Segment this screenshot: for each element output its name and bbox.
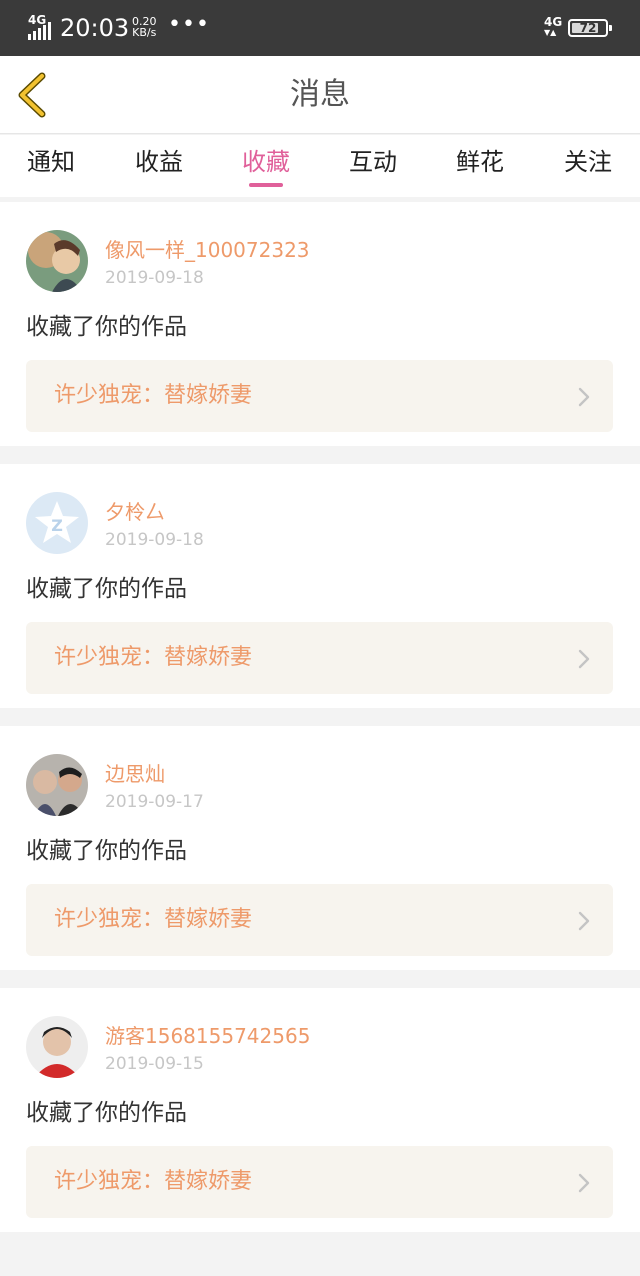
page-title: 消息 xyxy=(290,77,350,112)
svg-text:Z: Z xyxy=(51,516,63,535)
tab-label: 收藏 xyxy=(242,148,290,176)
tab-interactions[interactable]: 互动 xyxy=(328,135,418,197)
message-date: 2019-09-17 xyxy=(105,792,204,812)
username[interactable]: 边思灿 xyxy=(105,762,165,786)
tab-label: 互动 xyxy=(349,148,397,176)
network-type-2: 4G xyxy=(544,15,563,29)
battery-level: 72 xyxy=(579,21,597,35)
tab-earnings[interactable]: 收益 xyxy=(114,135,204,197)
data-arrows-icon: ▼▲ xyxy=(544,28,557,37)
action-text: 收藏了你的作品 xyxy=(26,576,187,602)
action-text: 收藏了你的作品 xyxy=(26,1100,187,1126)
tab-label: 通知 xyxy=(27,148,75,176)
chevron-right-icon xyxy=(578,1173,590,1193)
work-title: 许少独宠：替嫁娇妻 xyxy=(54,1169,253,1194)
work-link[interactable]: 许少独宠：替嫁娇妻 xyxy=(26,622,613,694)
work-title: 许少独宠：替嫁娇妻 xyxy=(54,383,253,408)
default-star-avatar-icon: Z xyxy=(26,492,88,554)
message-date: 2019-09-18 xyxy=(105,268,204,288)
tab-label: 收益 xyxy=(135,148,183,176)
message-date: 2019-09-15 xyxy=(105,1054,204,1074)
app-header: 消息 xyxy=(0,56,640,134)
message-date: 2019-09-18 xyxy=(105,530,204,550)
user-photo-icon xyxy=(26,754,88,816)
chevron-right-icon xyxy=(578,649,590,669)
tab-bar: 通知 收益 收藏 互动 鲜花 关注 xyxy=(0,135,640,197)
tab-follows[interactable]: 关注 xyxy=(543,135,633,197)
work-title: 许少独宠：替嫁娇妻 xyxy=(54,907,253,932)
message-card: 像风一样_100072323 2019-09-18 收藏了你的作品 许少独宠：替… xyxy=(0,202,640,446)
active-tab-indicator xyxy=(249,183,283,187)
avatar[interactable] xyxy=(26,1016,88,1078)
signal-icon: 4G xyxy=(28,14,54,40)
user-photo-icon xyxy=(26,1016,88,1078)
action-text: 收藏了你的作品 xyxy=(26,838,187,864)
message-card: 边思灿 2019-09-17 收藏了你的作品 许少独宠：替嫁娇妻 xyxy=(0,726,640,970)
work-link[interactable]: 许少独宠：替嫁娇妻 xyxy=(26,1146,613,1218)
clock: 20:03 xyxy=(60,14,130,42)
message-card: 游客1568155742565 2019-09-15 收藏了你的作品 许少独宠：… xyxy=(0,988,640,1232)
work-link[interactable]: 许少独宠：替嫁娇妻 xyxy=(26,360,613,432)
tab-favorites[interactable]: 收藏 xyxy=(221,135,311,197)
username[interactable]: 像风一样_100072323 xyxy=(105,238,310,262)
status-bar: 4G 20:03 0.20 KB/s ••• 4G ▼▲ 72 xyxy=(0,0,640,56)
username[interactable]: 夕柃厶 xyxy=(105,500,165,524)
user-photo-icon xyxy=(26,230,88,292)
action-text: 收藏了你的作品 xyxy=(26,314,187,340)
chevron-right-icon xyxy=(578,911,590,931)
work-title: 许少独宠：替嫁娇妻 xyxy=(54,645,253,670)
battery-icon: 72 xyxy=(568,19,612,37)
tab-label: 关注 xyxy=(564,148,612,176)
more-notifications-icon: ••• xyxy=(168,12,210,37)
tab-label: 鲜花 xyxy=(456,148,504,176)
avatar[interactable]: Z xyxy=(26,492,88,554)
tab-flowers[interactable]: 鲜花 xyxy=(435,135,525,197)
avatar[interactable] xyxy=(26,754,88,816)
data-network-icon: 4G ▼▲ xyxy=(544,16,562,38)
tab-notifications[interactable]: 通知 xyxy=(6,135,96,197)
message-card: Z 夕柃厶 2019-09-18 收藏了你的作品 许少独宠：替嫁娇妻 xyxy=(0,464,640,708)
username[interactable]: 游客1568155742565 xyxy=(105,1024,310,1048)
work-link[interactable]: 许少独宠：替嫁娇妻 xyxy=(26,884,613,956)
speed-unit: KB/s xyxy=(132,26,157,39)
avatar[interactable] xyxy=(26,230,88,292)
network-speed: 0.20 KB/s xyxy=(132,16,157,38)
chevron-right-icon xyxy=(578,387,590,407)
